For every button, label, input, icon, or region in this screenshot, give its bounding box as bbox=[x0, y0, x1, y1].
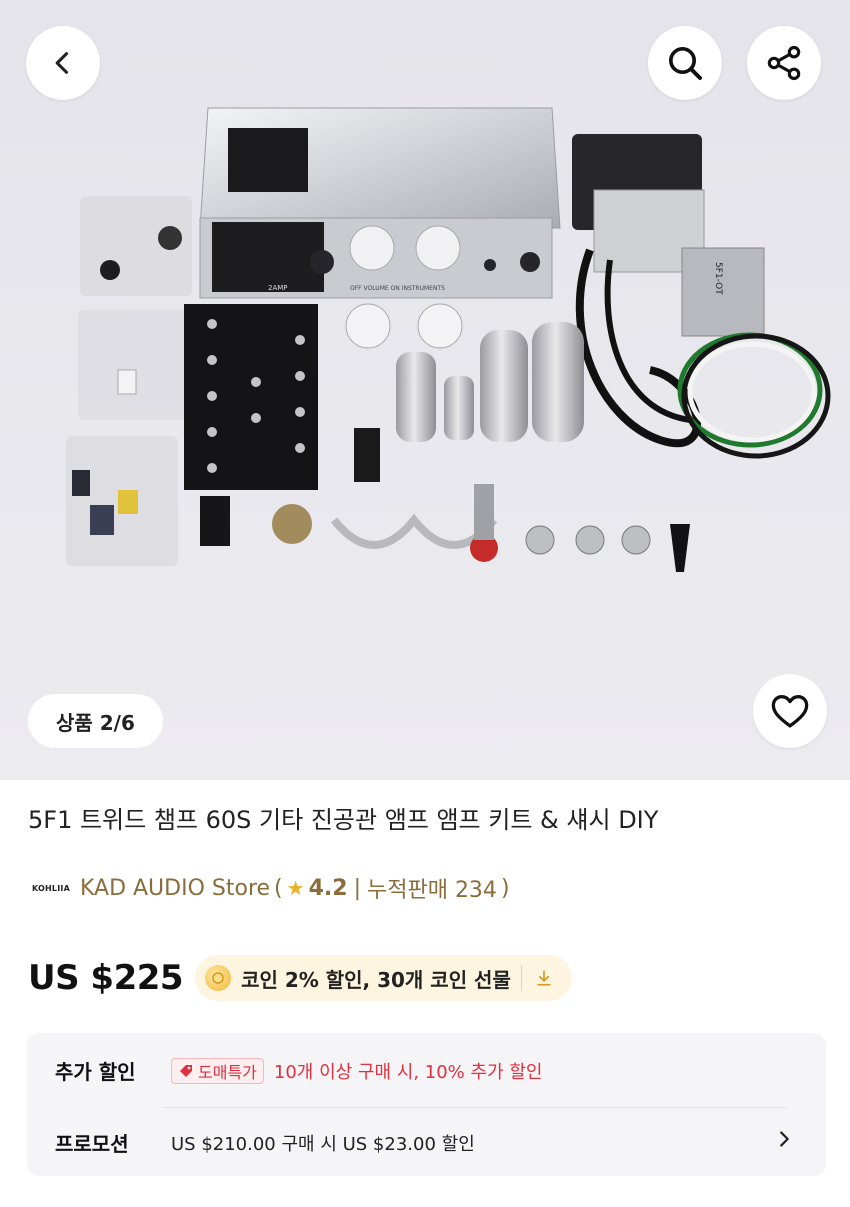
price-row: US $225 코인 2% 할인, 30개 코인 선물 bbox=[28, 955, 572, 1001]
extra-discount-label: 추가 할인 bbox=[55, 1060, 136, 1084]
coin-offer[interactable]: 코인 2% 할인, 30개 코인 선물 bbox=[195, 955, 572, 1001]
promotion-label: 프로모션 bbox=[55, 1132, 129, 1156]
deal-badge: 도매특가 bbox=[171, 1057, 264, 1084]
search-icon bbox=[669, 47, 702, 80]
heart-icon bbox=[771, 694, 809, 728]
chassis-label: 2AMP bbox=[268, 284, 288, 292]
store-open-paren: ( bbox=[274, 875, 283, 901]
coin-offer-text: 코인 2% 할인, 30개 코인 선물 bbox=[241, 967, 511, 992]
product-image-gallery[interactable]: 2AMP OFF VOLUME ON INSTRUMENTS 5F1-OT 상품… bbox=[0, 0, 850, 780]
product-photo: 2AMP OFF VOLUME ON INSTRUMENTS 5F1-OT bbox=[0, 0, 850, 780]
panel-label: OFF VOLUME ON INSTRUMENTS bbox=[350, 285, 445, 292]
price-tag-icon bbox=[180, 1064, 192, 1077]
share-icon bbox=[767, 45, 801, 81]
download-icon[interactable] bbox=[522, 968, 566, 988]
sold-count: 누적판매 234 bbox=[366, 878, 497, 903]
discount-divider bbox=[163, 1107, 786, 1108]
store-close-paren: ) bbox=[500, 875, 510, 901]
store-separator: | bbox=[353, 875, 361, 901]
star-icon: ★ bbox=[286, 876, 305, 900]
back-button[interactable] bbox=[26, 26, 100, 100]
wishlist-button[interactable] bbox=[753, 674, 827, 748]
image-counter: 상품 2/6 bbox=[28, 694, 163, 748]
deal-badge-text: 도매특가 bbox=[198, 1062, 257, 1082]
extra-discount-row: 추가 할인 도매특가 10개 이상 구매 시, 10% 추가 할인 bbox=[55, 1056, 542, 1085]
output-transformer-label: 5F1-OT bbox=[713, 262, 723, 295]
chevron-left-icon bbox=[55, 52, 69, 74]
store-rating: 4.2 bbox=[308, 875, 348, 901]
store-row[interactable]: KOHLIIA KAD AUDIO Store ( ★ 4.2 | 누적판매 2… bbox=[32, 872, 514, 904]
promotion-row[interactable]: 프로모션 US $210.00 구매 시 US $23.00 할인 bbox=[55, 1128, 795, 1157]
share-button[interactable] bbox=[747, 26, 821, 100]
chevron-right-icon[interactable] bbox=[773, 1128, 795, 1154]
store-logo: KOHLIIA bbox=[32, 883, 70, 893]
product-title: 5F1 트위드 챔프 60S 기타 진공관 앰프 앰프 키트 & 섀시 DIY bbox=[28, 806, 659, 834]
extra-discount-text: 10개 이상 구매 시, 10% 추가 할인 bbox=[273, 1061, 543, 1083]
product-price: US $225 bbox=[28, 958, 184, 998]
coin-icon bbox=[205, 965, 232, 991]
store-name[interactable]: KAD AUDIO Store bbox=[80, 876, 270, 901]
search-button[interactable] bbox=[648, 26, 722, 100]
promotion-text: US $210.00 구매 시 US $23.00 할인 bbox=[171, 1133, 475, 1155]
discount-box: 추가 할인 도매특가 10개 이상 구매 시, 10% 추가 할인 프로모션 U… bbox=[27, 1033, 826, 1176]
